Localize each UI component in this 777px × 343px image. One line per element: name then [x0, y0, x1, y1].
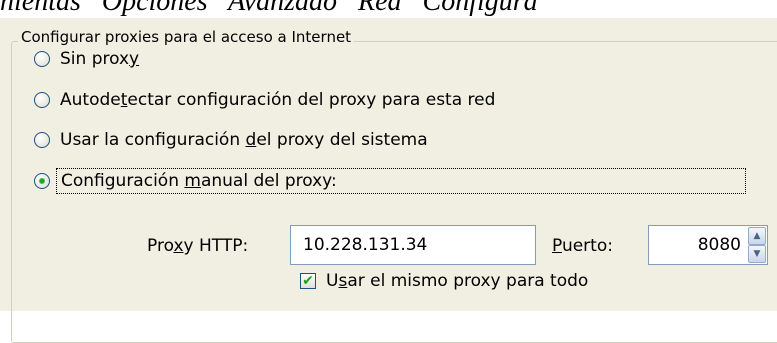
spin-down-icon[interactable]: ▼ [748, 245, 766, 263]
spin-up-icon[interactable]: ▲ [748, 227, 766, 245]
radio-no-proxy[interactable]: Sin proxy [34, 44, 139, 74]
radio-no-proxy-circle[interactable] [34, 51, 50, 67]
http-proxy-input[interactable]: 10.228.131.34 [290, 225, 536, 265]
http-proxy-label: Proxy HTTP: [147, 236, 249, 256]
radio-system-proxy-circle[interactable] [34, 132, 50, 148]
radio-autodetect-circle[interactable] [34, 92, 50, 108]
same-proxy-option[interactable]: ✔ Usar el mismo proxy para todo [300, 266, 588, 296]
checkmark-icon[interactable]: ✔ [300, 273, 316, 289]
same-proxy-label: Usar el mismo proxy para todo [326, 271, 589, 291]
radio-manual-proxy[interactable]: Configuración manual del proxy: [34, 166, 746, 196]
settings-panel: Configurar proxies para el acceso a Inte… [0, 18, 777, 343]
radio-manual-proxy-circle[interactable] [34, 173, 50, 189]
radio-autodetect[interactable]: Autodetectar configuración del proxy par… [34, 85, 495, 115]
radio-system-proxy[interactable]: Usar la configuración del proxy del sist… [34, 125, 428, 155]
radio-no-proxy-label: Sin proxy [60, 49, 140, 69]
port-spinner[interactable]: ▲ ▼ [748, 227, 766, 263]
radio-manual-proxy-label: Configuración manual del proxy: [56, 168, 746, 194]
window-caption: anientas Opciones Avanzado Red Configura [0, 0, 538, 17]
radio-autodetect-label: Autodetectar configuración del proxy par… [60, 90, 496, 110]
port-label: Puerto: [552, 236, 613, 256]
radio-system-proxy-label: Usar la configuración del proxy del sist… [60, 130, 428, 150]
